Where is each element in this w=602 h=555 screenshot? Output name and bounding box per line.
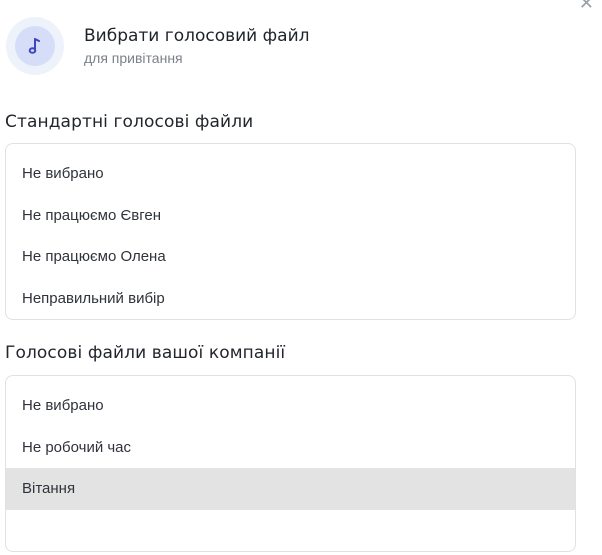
music-note-icon — [15, 26, 55, 66]
list-item[interactable]: Не працюємо Олена — [6, 236, 575, 278]
company-files-list: Не вибрано Не робочий час Вітання — [5, 375, 576, 552]
standard-files-heading: Стандартні голосові файли — [5, 112, 254, 132]
voice-file-picker: ✕ Вибрати голосовий файл для привітання … — [0, 0, 602, 555]
avatar — [6, 17, 64, 75]
header-text: Вибрати голосовий файл для привітання — [84, 25, 310, 68]
list-item[interactable]: Не вибрано — [6, 385, 575, 427]
list-item-selected[interactable]: Вітання — [6, 468, 575, 510]
page-title: Вибрати голосовий файл — [84, 25, 310, 46]
list-item[interactable]: Не працюємо Євген — [6, 195, 575, 237]
list-item[interactable]: Не вибрано — [6, 153, 575, 195]
page-subtitle: для привітання — [84, 49, 183, 66]
list-item[interactable]: Неправильний вибір — [6, 278, 575, 320]
standard-files-list: Не вибрано Не працюємо Євген Не працюємо… — [5, 143, 576, 320]
list-item[interactable]: Не робочий час — [6, 427, 575, 469]
close-icon[interactable]: ✕ — [579, 0, 594, 12]
company-files-heading: Голосові файли вашої компанії — [5, 343, 286, 363]
header: Вибрати голосовий файл для привітання — [6, 17, 310, 75]
